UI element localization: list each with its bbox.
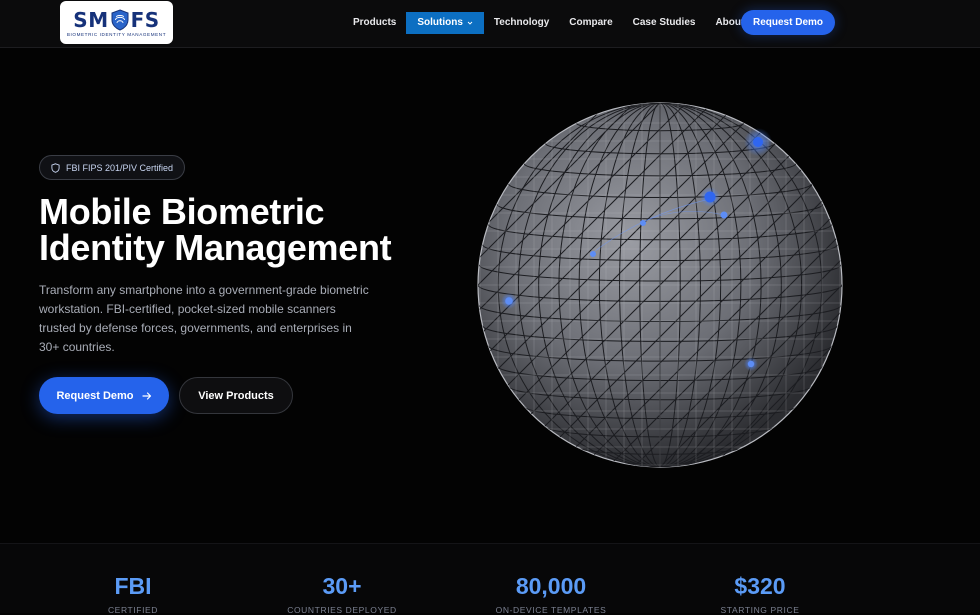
- stat-price: $320 Starting Price: [670, 574, 850, 615]
- stat-value: FBI: [114, 573, 152, 599]
- nav-request-demo-button[interactable]: Request Demo: [741, 10, 835, 35]
- logo[interactable]: SM FS Biometric Identity Management: [60, 1, 173, 44]
- stat-value: $320: [734, 573, 786, 599]
- hero-title-line-2: Identity Management: [39, 227, 392, 268]
- nav-solutions-label: Solutions: [417, 17, 463, 28]
- stat-certified: FBI Certified: [43, 574, 223, 615]
- stat-value: 80,000: [515, 573, 587, 599]
- node-dot: [753, 137, 763, 147]
- stats-strip: FBI Certified 30+ Countries Deployed 80,…: [0, 543, 980, 615]
- stat-label: Certified: [107, 605, 159, 615]
- badge-text: FBI FIPS 201/PIV Certified: [66, 162, 174, 173]
- request-demo-button[interactable]: Request Demo: [39, 377, 169, 414]
- nav-compare[interactable]: Compare: [559, 12, 622, 34]
- top-nav: SM FS Biometric Identity Management Prod…: [0, 0, 980, 48]
- logo-tagline: Biometric Identity Management: [66, 31, 167, 37]
- hero-title: Mobile Biometric Identity Management: [39, 194, 459, 266]
- shield-icon: [51, 162, 60, 173]
- logo-wordmark: SM FS: [73, 7, 160, 32]
- stat-templates: 80,000 On-Device Templates: [461, 574, 641, 615]
- nav-technology[interactable]: Technology: [484, 12, 559, 34]
- view-products-button[interactable]: View Products: [179, 377, 293, 414]
- certification-badge: FBI FIPS 201/PIV Certified: [39, 155, 186, 180]
- stat-label: Starting Price: [720, 605, 800, 615]
- nav-products[interactable]: Products: [343, 12, 406, 34]
- hero-description: Transform any smartphone into a governme…: [39, 283, 369, 354]
- chevron-down-icon: [467, 21, 473, 25]
- node-dot: [747, 360, 755, 368]
- node-dot: [640, 220, 646, 226]
- stat-value: 30+: [322, 573, 362, 599]
- node-dot: [505, 297, 513, 305]
- hero-title-line-1: Mobile Biometric: [39, 191, 325, 232]
- node-dot: [720, 211, 728, 219]
- shield-logo-icon: [111, 8, 129, 31]
- nav-solutions[interactable]: Solutions: [406, 12, 484, 34]
- arrow-right-icon: [141, 391, 151, 400]
- stat-label: On-Device Templates: [495, 605, 607, 615]
- request-demo-label: Request Demo: [56, 389, 134, 402]
- stat-label: Countries Deployed: [287, 605, 397, 615]
- nav-links: Products Solutions Technology Compare Ca…: [343, 11, 754, 35]
- node-dot: [590, 251, 596, 257]
- stat-countries: 30+ Countries Deployed: [252, 574, 432, 615]
- nav-case-studies[interactable]: Case Studies: [623, 12, 706, 34]
- wireframe-globe: [477, 102, 843, 468]
- node-dot: [704, 191, 716, 203]
